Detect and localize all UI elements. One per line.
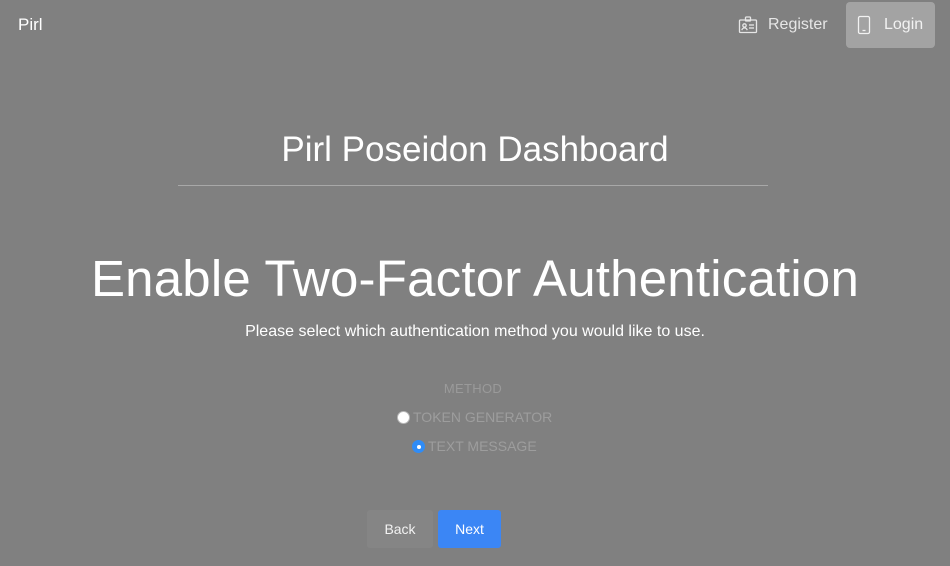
mobile-phone-icon [854,15,874,35]
page-subtitle: Please select which authentication metho… [245,323,705,340]
title-divider [178,185,768,186]
dashboard-title: Pirl Poseidon Dashboard [281,130,669,169]
radio-option-text-message[interactable]: TEXT MESSAGE [412,438,537,454]
token-generator-label: TOKEN GENERATOR [413,409,553,425]
token-generator-radio[interactable] [397,411,410,424]
back-button[interactable]: Back [367,510,433,548]
method-label: METHOD [443,381,503,396]
text-message-label: TEXT MESSAGE [428,438,537,454]
radio-option-token-generator[interactable]: TOKEN GENERATOR [397,409,552,425]
next-button[interactable]: Next [438,510,501,548]
text-message-radio[interactable] [412,440,425,453]
brand-link[interactable]: Pirl [18,15,43,35]
login-link[interactable]: Login [846,2,935,48]
register-label: Register [768,16,828,33]
id-card-icon [738,15,758,35]
login-label: Login [884,16,924,33]
page-title: Enable Two-Factor Authentication [90,250,860,307]
register-link[interactable]: Register [728,2,838,48]
